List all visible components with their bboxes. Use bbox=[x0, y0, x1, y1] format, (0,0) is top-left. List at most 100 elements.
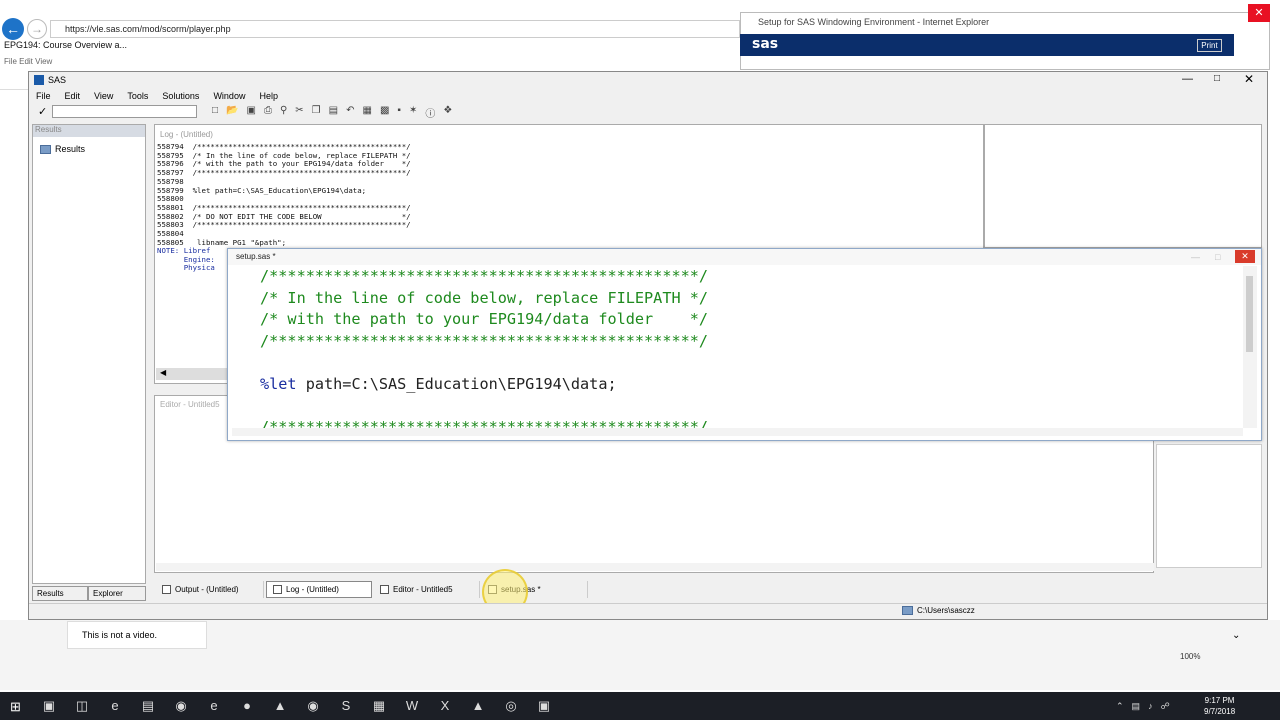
code-line: /***************************************… bbox=[260, 418, 709, 428]
minimize-icon[interactable]: — bbox=[1182, 73, 1193, 85]
copy-icon[interactable]: ❐ bbox=[312, 105, 321, 120]
tab-editor[interactable]: Editor - Untitled5 bbox=[374, 581, 480, 598]
chevron-down-icon[interactable]: ⌄ bbox=[1232, 630, 1240, 641]
save-icon[interactable]: ▣ bbox=[247, 105, 256, 120]
cut-icon[interactable]: ✂ bbox=[295, 105, 303, 120]
minimize-icon[interactable]: — bbox=[1191, 252, 1200, 262]
run-icon[interactable]: ✶ bbox=[409, 105, 417, 120]
system-tray: ⌃ ▤ ♪ ☍ bbox=[1116, 701, 1170, 712]
code-line: /* In the line of code below, replace FI… bbox=[260, 288, 709, 307]
log-window-title: Log - (Untitled) bbox=[160, 130, 213, 139]
menu-window[interactable]: Window bbox=[211, 91, 245, 103]
menu-tools[interactable]: Tools bbox=[125, 91, 148, 103]
output-icon bbox=[162, 585, 171, 594]
browser-tab[interactable]: EPG194: Course Overview a... bbox=[4, 40, 127, 50]
file-explorer-icon[interactable]: ▤ bbox=[139, 697, 157, 715]
sas-icon[interactable]: ▦ bbox=[370, 697, 388, 715]
sas-window-title: SAS bbox=[48, 75, 67, 85]
chrome-icon[interactable]: ◉ bbox=[304, 697, 322, 715]
chevron-up-icon[interactable]: ⌃ bbox=[1116, 701, 1124, 712]
close-icon[interactable]: ✕ bbox=[1235, 250, 1255, 263]
task-view-icon[interactable]: ▣ bbox=[40, 697, 58, 715]
forward-arrow-icon[interactable]: → bbox=[27, 19, 47, 39]
language-icon[interactable]: ☍ bbox=[1161, 701, 1170, 712]
results-node-label: Results bbox=[55, 144, 86, 154]
horizontal-scrollbar[interactable] bbox=[156, 563, 1154, 571]
print-button[interactable]: Print bbox=[1197, 39, 1222, 52]
side-pane bbox=[1156, 444, 1262, 568]
chrome-icon[interactable]: ◉ bbox=[172, 697, 190, 715]
tab-output[interactable]: Output - (Untitled) bbox=[156, 581, 264, 598]
app-icon[interactable]: ▲ bbox=[271, 697, 289, 715]
tab-explorer[interactable]: Explorer bbox=[88, 586, 146, 601]
new-icon[interactable]: □ bbox=[212, 105, 218, 120]
close-icon[interactable]: ✕ bbox=[1248, 4, 1270, 22]
preview-icon[interactable]: ⚲ bbox=[280, 105, 287, 120]
edge-icon[interactable]: e bbox=[106, 697, 124, 715]
store-icon[interactable]: ◫ bbox=[73, 697, 91, 715]
print-icon[interactable]: ⎙ bbox=[264, 105, 272, 120]
undo-icon[interactable]: ↶ bbox=[346, 105, 354, 120]
address-bar[interactable]: https://vle.sas.com/mod/scorm/player.php bbox=[50, 20, 740, 38]
horizontal-scrollbar[interactable]: ◀ bbox=[156, 368, 228, 380]
menu-bar: File Edit View Tools Solutions Window He… bbox=[34, 91, 278, 103]
setup-titlebar[interactable] bbox=[228, 249, 1261, 265]
checkmark-icon[interactable]: ✓ bbox=[38, 105, 47, 118]
folder-icon bbox=[40, 144, 51, 154]
app-icon[interactable]: ▲ bbox=[469, 697, 487, 715]
windows-start-icon[interactable]: ⊞ bbox=[10, 699, 21, 715]
taskbar-clock[interactable]: 9:17 PM 9/7/2018 bbox=[1204, 695, 1235, 717]
output-window bbox=[984, 124, 1262, 248]
skype-icon[interactable]: S bbox=[337, 697, 355, 715]
browser-menu[interactable]: File Edit View bbox=[4, 57, 52, 66]
clock-time: 9:17 PM bbox=[1204, 696, 1235, 705]
command-input[interactable] bbox=[52, 105, 197, 118]
log-text: 558794 /********************************… bbox=[157, 142, 411, 247]
library-icon[interactable]: ▦ bbox=[362, 105, 371, 120]
ie-window-title: Setup for SAS Windowing Environment - In… bbox=[758, 17, 990, 27]
break-icon[interactable]: ❖ bbox=[443, 105, 452, 120]
clock-date: 9/7/2018 bbox=[1204, 707, 1236, 716]
zoom-level[interactable]: 100% bbox=[1180, 652, 1200, 661]
help-icon[interactable]: ⓘ bbox=[425, 105, 435, 120]
app-icon[interactable]: ▣ bbox=[535, 697, 553, 715]
maximize-icon[interactable]: □ bbox=[1215, 252, 1220, 262]
maximize-icon[interactable]: □ bbox=[1214, 73, 1220, 84]
menu-file[interactable]: File bbox=[34, 91, 51, 103]
explorer-pane bbox=[32, 124, 146, 584]
not-video-label: This is not a video. bbox=[67, 621, 207, 649]
open-icon[interactable]: 📂 bbox=[226, 105, 238, 120]
code-editor[interactable]: /***************************************… bbox=[232, 266, 1242, 428]
status-bar bbox=[29, 603, 1267, 619]
firefox-icon[interactable]: ● bbox=[238, 697, 256, 715]
menu-view[interactable]: View bbox=[92, 91, 113, 103]
menu-edit[interactable]: Edit bbox=[63, 91, 81, 103]
options-icon[interactable]: ▪ bbox=[397, 105, 401, 120]
horizontal-scrollbar[interactable] bbox=[232, 428, 1243, 436]
back-arrow-icon[interactable]: ← bbox=[2, 18, 24, 40]
toolbar: □ 📂 ▣ ⎙ ⚲ ✂ ❐ ▤ ↶ ▦ ▩ ▪ ✶ ⓘ ❖ bbox=[212, 105, 452, 120]
close-icon[interactable]: ✕ bbox=[1244, 72, 1254, 86]
sas-logo: sas bbox=[752, 36, 779, 52]
taskbar-apps: ▣ ◫ e ▤ ◉ e ● ▲ ◉ S ▦ W X ▲ ◎ ▣ bbox=[40, 697, 553, 715]
paste-icon[interactable]: ▤ bbox=[329, 105, 338, 120]
editor-icon bbox=[380, 585, 389, 594]
results-tree-node[interactable]: Results bbox=[40, 144, 85, 154]
excel-icon[interactable]: X bbox=[436, 697, 454, 715]
volume-icon[interactable]: ♪ bbox=[1148, 701, 1153, 712]
menu-solutions[interactable]: Solutions bbox=[160, 91, 199, 103]
sas-app-icon bbox=[34, 75, 44, 85]
code-line: /***************************************… bbox=[260, 267, 709, 285]
menu-help[interactable]: Help bbox=[257, 91, 278, 103]
ie-icon[interactable]: e bbox=[205, 697, 223, 715]
explorer-header: Results bbox=[33, 125, 145, 137]
tab-log[interactable]: Log - (Untitled) bbox=[266, 581, 372, 598]
tab-results[interactable]: Results bbox=[32, 586, 88, 601]
word-icon[interactable]: W bbox=[403, 697, 421, 715]
log-icon bbox=[273, 585, 282, 594]
scrollbar-thumb[interactable] bbox=[1246, 276, 1253, 352]
explorer-icon[interactable]: ▩ bbox=[380, 105, 389, 120]
app-icon[interactable]: ◎ bbox=[502, 697, 520, 715]
network-icon[interactable]: ▤ bbox=[1132, 701, 1141, 712]
